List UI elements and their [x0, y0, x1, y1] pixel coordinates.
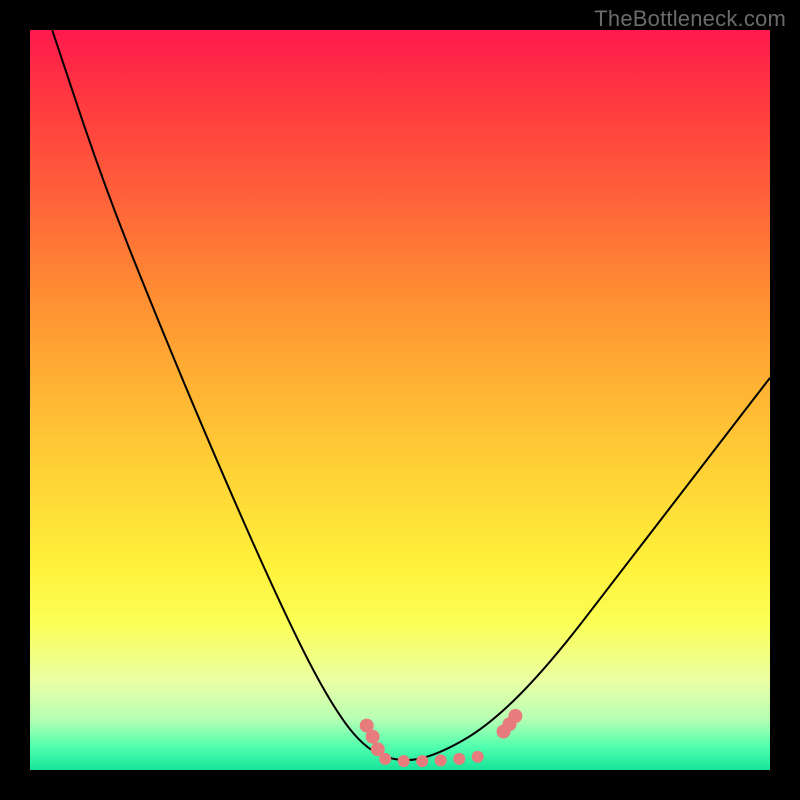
marker-dot: [366, 730, 380, 744]
marker-dot: [508, 709, 522, 723]
marker-dot: [435, 754, 447, 766]
watermark-text: TheBottleneck.com: [594, 6, 786, 32]
marker-dot: [398, 755, 410, 767]
chart-frame: TheBottleneck.com: [0, 0, 800, 800]
marker-dot: [416, 755, 428, 767]
chart-svg: [30, 30, 770, 770]
marker-dot: [453, 753, 465, 765]
marker-group: [360, 709, 523, 767]
plot-area: [30, 30, 770, 770]
marker-dot: [379, 753, 391, 765]
curve-path: [52, 30, 770, 760]
marker-dot: [472, 751, 484, 763]
